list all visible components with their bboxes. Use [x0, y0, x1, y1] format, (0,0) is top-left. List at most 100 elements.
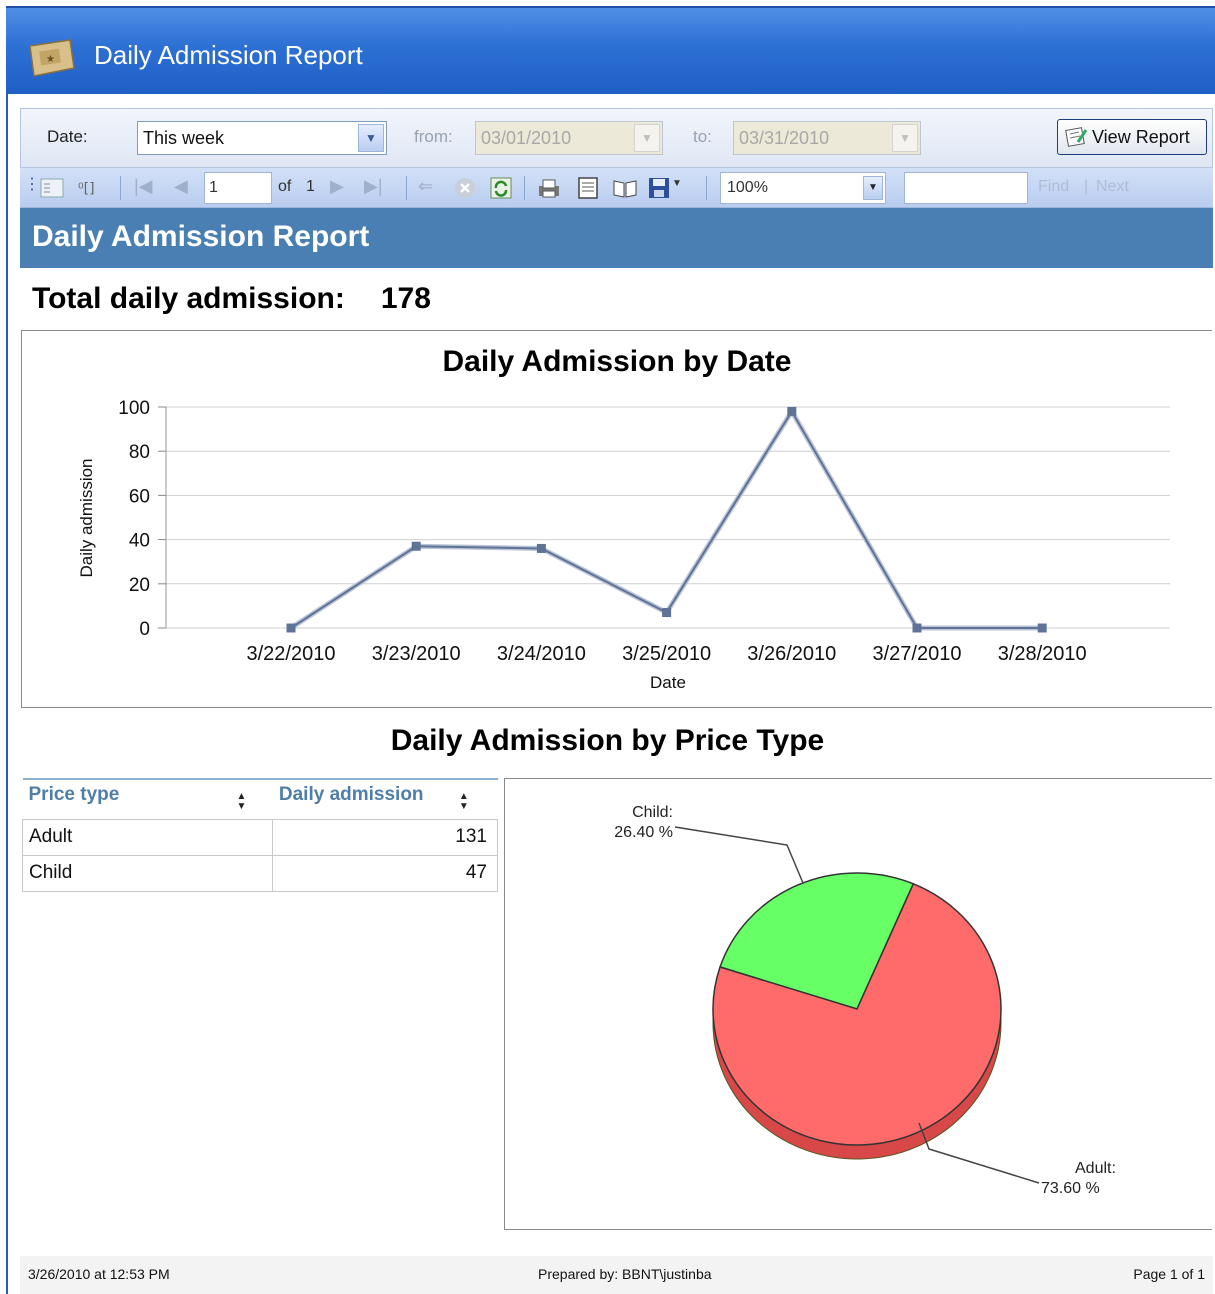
report-toolbar: ⋮ ⁰[] |◀ ◀ 1 of 1 ▶ ▶| ⇐ ▼ 100% ▼ Find | — [20, 168, 1213, 208]
price-type-section-title: Daily Admission by Price Type — [390, 724, 825, 757]
column-label: Daily admission — [278, 784, 424, 805]
total-label: Total daily admission: — [32, 282, 345, 315]
y-tick-label: 20 — [129, 575, 150, 596]
window-title: Daily Admission Report — [94, 40, 363, 70]
data-point — [662, 608, 672, 618]
toolbar-grip-icon: ⋮ — [24, 176, 40, 193]
find-link[interactable]: Find — [1038, 178, 1069, 196]
view-report-button[interactable]: View Report — [1057, 119, 1207, 155]
admission-cell: 47 — [272, 854, 498, 892]
date-select-value: This week — [143, 128, 225, 148]
x-tick-label: 3/26/2010 — [747, 643, 836, 665]
zoom-select[interactable]: 100% ▼ — [720, 172, 886, 204]
price-type-table: Price type ▲ ▼ Daily admission ▲ ▼ Adult 1… — [21, 778, 498, 892]
back-icon[interactable]: ⇐ — [418, 176, 433, 197]
column-header-price-type[interactable]: Price type ▲ ▼ — [22, 778, 273, 819]
line-chart: Daily Admission by Date 0 20 40 60 80 100 3/22/… — [77, 345, 1170, 692]
data-point — [1037, 623, 1047, 633]
save-icon[interactable] — [648, 177, 670, 199]
report-header: Daily Admission Report — [20, 208, 1213, 268]
price-type-cell: Child — [21, 854, 274, 892]
parameters-toggle-icon[interactable]: ⁰[] — [76, 177, 106, 199]
chevron-down-icon: ▼ — [634, 124, 660, 152]
toolbar-separator — [524, 176, 525, 200]
previous-page-icon[interactable]: ◀ — [174, 176, 188, 197]
last-page-icon[interactable]: ▶| — [364, 176, 383, 197]
date-select[interactable]: This week ▼ — [137, 121, 387, 155]
page-number-input[interactable]: 1 — [204, 172, 272, 204]
next-page-icon[interactable]: ▶ — [330, 176, 344, 197]
table-row: Child 47 — [21, 854, 498, 892]
total-admission: Total daily admission: 178 — [32, 282, 431, 316]
print-layout-icon[interactable] — [576, 177, 600, 199]
find-separator: | — [1084, 178, 1089, 195]
x-tick-label: 3/24/2010 — [497, 643, 586, 665]
zoom-value: 100% — [727, 179, 768, 196]
price-type-cell: Adult — [21, 818, 274, 856]
footer-prepared-by: Prepared by: BBNT\justinba — [538, 1266, 712, 1282]
footer-page: Page 1 of 1 — [1133, 1266, 1205, 1282]
chevron-down-icon: ▼ — [892, 124, 918, 152]
series-line-shadow — [289, 406, 1043, 631]
x-tick-label: 3/23/2010 — [372, 643, 461, 665]
report-icon — [1065, 127, 1088, 147]
from-label: from: — [414, 127, 453, 146]
pie-label: Child: — [632, 804, 673, 821]
data-point — [787, 406, 797, 416]
window-titlebar: ★ Daily Admission Report — [6, 6, 1215, 94]
pie-percent: 26.40 % — [614, 824, 673, 841]
document-map-icon[interactable] — [40, 177, 64, 199]
stop-icon[interactable] — [454, 177, 476, 199]
y-axis-label: Daily admission — [77, 458, 96, 577]
chevron-down-icon[interactable]: ▼ — [358, 124, 384, 152]
page-setup-icon[interactable] — [612, 177, 638, 199]
view-report-label: View Report — [1092, 127, 1190, 147]
x-axis-label: Date — [650, 673, 686, 692]
table-row: Adult 131 — [21, 818, 498, 856]
svg-text:⁰[]: ⁰[] — [78, 181, 95, 197]
toolbar-separator — [406, 176, 407, 200]
pie-leader-line — [674, 826, 804, 884]
column-header-daily-admission[interactable]: Daily admission ▲ ▼ — [272, 778, 498, 819]
total-value: 178 — [380, 282, 431, 315]
svg-text:★: ★ — [46, 54, 55, 65]
find-input[interactable] — [904, 172, 1028, 204]
chevron-down-icon[interactable]: ▼ — [863, 176, 883, 200]
next-link[interactable]: Next — [1096, 178, 1129, 196]
x-tick-label: 3/27/2010 — [873, 643, 962, 665]
pie-percent: 73.60 % — [1041, 1180, 1100, 1197]
toolbar-separator — [706, 176, 707, 200]
table-header-row: Price type ▲ ▼ Daily admission ▲ ▼ — [22, 778, 498, 819]
data-point — [286, 623, 296, 633]
pie-chart: Child: 26.40 % Adult: 73.60 % — [614, 804, 1116, 1197]
from-date-value: 03/01/2010 — [481, 128, 572, 148]
pie-chart-panel: Child: 26.40 % Adult: 73.60 % — [504, 778, 1212, 1230]
pie-label: Adult: — [1075, 1160, 1116, 1177]
data-point — [411, 541, 421, 551]
series-line — [290, 409, 1043, 629]
refresh-icon[interactable] — [490, 177, 512, 199]
export-dropdown-icon[interactable]: ▼ — [672, 178, 682, 189]
ticket-icon: ★ — [29, 39, 75, 77]
y-tick-label: 40 — [129, 531, 150, 552]
x-tick-label: 3/25/2010 — [622, 643, 711, 665]
toolbar-separator — [120, 176, 121, 200]
y-tick-label: 80 — [129, 442, 150, 463]
data-point — [912, 623, 922, 633]
sort-icon[interactable]: ▲ ▼ — [459, 792, 469, 812]
x-tick-label: 3/22/2010 — [247, 643, 336, 665]
first-page-icon[interactable]: |◀ — [134, 176, 153, 197]
chart-title: Daily Admission by Date — [443, 345, 792, 378]
date-label: Date: — [47, 127, 88, 146]
to-date-field: 03/31/2010 ▼ — [733, 121, 921, 155]
page-of-label: of — [278, 178, 292, 195]
page-number-value: 1 — [209, 179, 218, 196]
sort-icon[interactable]: ▲ ▼ — [237, 792, 247, 812]
y-tick-label: 0 — [139, 619, 150, 640]
column-label: Price type — [28, 784, 120, 805]
admission-cell: 131 — [272, 818, 498, 856]
to-date-value: 03/31/2010 — [739, 128, 830, 148]
data-point — [536, 543, 546, 553]
print-icon[interactable] — [536, 177, 562, 199]
y-tick-label: 60 — [129, 486, 150, 507]
